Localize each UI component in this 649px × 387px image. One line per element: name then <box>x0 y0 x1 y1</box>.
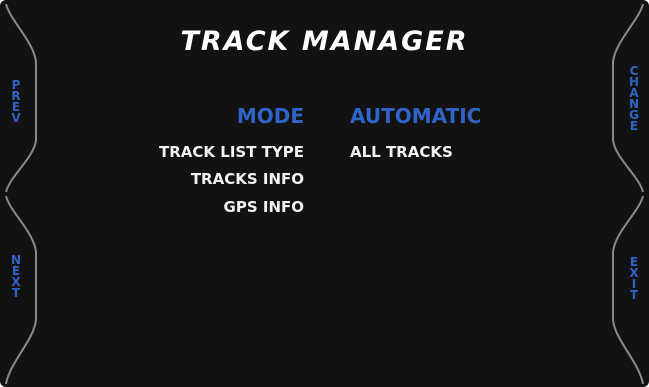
track-list-type-row[interactable]: TRACK LIST TYPE ALL TRACKS <box>0 143 649 169</box>
track-list-type-value: ALL TRACKS <box>350 143 453 161</box>
gps-info-row[interactable]: GPS INFO <box>0 198 649 224</box>
exit-letter: T <box>629 288 639 302</box>
mode-label: MODE <box>236 104 304 128</box>
tracks-info-row[interactable]: TRACKS INFO <box>0 170 649 196</box>
track-list-type-label: TRACK LIST TYPE <box>159 143 304 161</box>
tracks-info-label: TRACKS INFO <box>190 170 304 188</box>
mode-row[interactable]: MODE AUTOMATIC <box>0 104 649 130</box>
next-button[interactable]: N E X T <box>6 254 26 300</box>
page-title: TRACK MANAGER <box>180 26 469 57</box>
exit-button[interactable]: E X I T <box>624 256 644 302</box>
next-letter: T <box>11 286 21 300</box>
gps-info-label: GPS INFO <box>223 198 304 216</box>
mode-value: AUTOMATIC <box>350 104 482 128</box>
device-screen: TRACK MANAGER P R E V N E X T C H A N G … <box>0 0 649 387</box>
